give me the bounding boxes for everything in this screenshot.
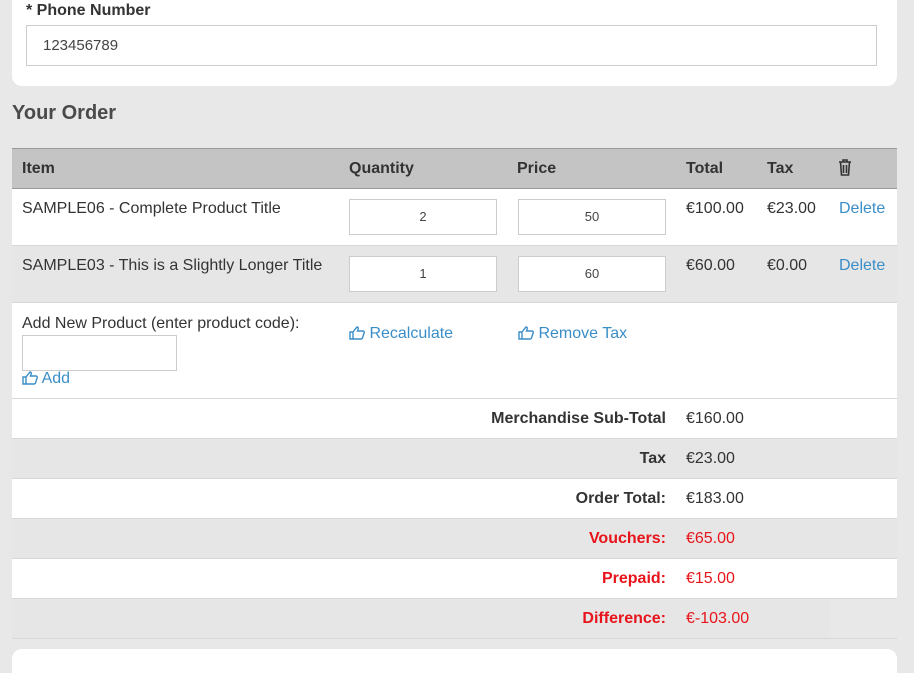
hand-pointing-icon <box>349 325 365 342</box>
summary-label: Tax <box>639 450 666 467</box>
table-row: SAMPLE03 - This is a Slightly Longer Tit… <box>12 246 897 303</box>
delete-link[interactable]: Delete <box>839 257 885 275</box>
summary-row-difference: Difference: €-103.00 <box>12 599 897 639</box>
price-input[interactable]: 60 <box>518 256 666 292</box>
remove-tax-link[interactable]: Remove Tax <box>518 325 627 343</box>
header-item: Item <box>22 160 55 177</box>
hand-pointing-icon <box>22 370 38 387</box>
summary-label: Difference: <box>582 610 666 627</box>
order-title: Your Order <box>12 102 117 124</box>
summary-value: €160.00 <box>686 410 744 427</box>
row-total: €60.00 <box>686 257 735 274</box>
summary-label: Order Total: <box>575 490 666 507</box>
add-product-row: Add New Product (enter product code): Ad… <box>12 303 897 399</box>
summary-row-prepaid: Prepaid: €15.00 <box>12 559 897 599</box>
remove-tax-label: Remove Tax <box>538 325 628 342</box>
quantity-input[interactable]: 1 <box>349 256 497 292</box>
quantity-input[interactable]: 2 <box>349 199 497 235</box>
price-input[interactable]: 50 <box>518 199 666 235</box>
summary-value: €23.00 <box>686 450 735 467</box>
summary-row-subtotal: Merchandise Sub-Total €160.00 <box>12 399 897 439</box>
row-item: SAMPLE06 - Complete Product Title <box>22 200 281 217</box>
hand-pointing-icon <box>518 325 534 342</box>
header-quantity: Quantity <box>349 160 414 177</box>
header-tax: Tax <box>767 160 794 177</box>
summary-row-tax: Tax €23.00 <box>12 439 897 479</box>
order-table: Item Quantity Price Total Tax SAMPLE06 -… <box>12 148 897 639</box>
delete-link[interactable]: Delete <box>839 200 885 218</box>
trash-icon <box>838 159 852 179</box>
summary-label: Vouchers: <box>588 530 666 547</box>
summary-label: Prepaid: <box>601 570 666 587</box>
row-total: €100.00 <box>686 200 744 217</box>
add-link-label: Add <box>41 370 71 387</box>
header-price: Price <box>517 160 557 177</box>
recalculate-label: Recalculate <box>369 325 454 342</box>
row-tax: €23.00 <box>767 200 816 217</box>
summary-value: €183.00 <box>686 490 744 507</box>
add-product-link[interactable]: Add <box>22 370 70 388</box>
summary-row-order-total: Order Total: €183.00 <box>12 479 897 519</box>
table-header: Item Quantity Price Total Tax <box>12 148 897 189</box>
summary-value: €-103.00 <box>686 610 750 627</box>
summary-label: Merchandise Sub-Total <box>491 410 666 427</box>
summary-row-vouchers: Vouchers: €65.00 <box>12 519 897 559</box>
row-tax: €0.00 <box>767 257 808 274</box>
phone-input[interactable]: 123456789 <box>26 25 877 66</box>
add-product-label: Add New Product (enter product code): <box>22 315 300 332</box>
product-code-input[interactable] <box>22 335 177 371</box>
phone-label: * Phone Number <box>26 2 151 19</box>
recalculate-link[interactable]: Recalculate <box>349 325 453 343</box>
table-row: SAMPLE06 - Complete Product Title 2 50 €… <box>12 189 897 246</box>
row-item: SAMPLE03 - This is a Slightly Longer Tit… <box>22 257 323 274</box>
summary-value: €15.00 <box>686 570 735 587</box>
header-total: Total <box>686 160 724 177</box>
summary-value: €65.00 <box>686 530 735 547</box>
next-section-card <box>12 649 897 673</box>
